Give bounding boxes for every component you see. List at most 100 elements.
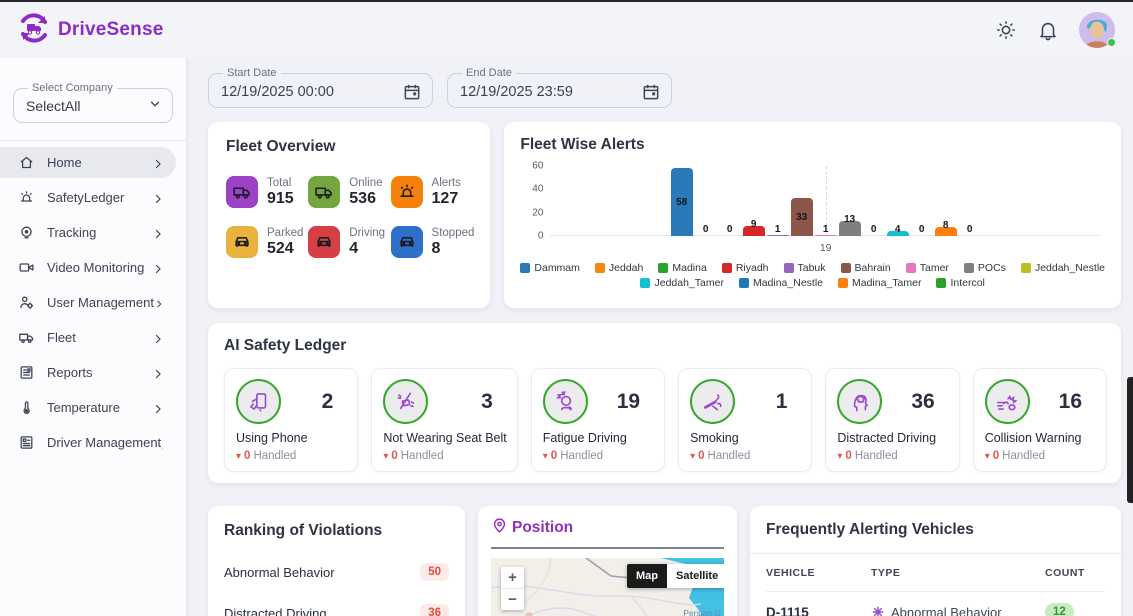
report-document-icon [18,364,35,381]
satellite-view-button[interactable]: Satellite [667,564,724,588]
sidebar-item-temperature[interactable]: Temperature [0,392,176,423]
map-canvas[interactable]: + − Map Satellite Persian G (Arabian [491,558,724,616]
chevron-right-icon [152,192,164,204]
ranking-of-violations-card: Ranking of Violations Abnormal Behavior … [208,506,465,616]
sidebar-item-driver-management[interactable]: Driver Management [0,427,176,458]
stat-stopped: Stopped8 [391,226,475,258]
bar-Tamer: 1 [814,166,838,236]
y-axis-tick: 60 [532,161,543,172]
start-date-value[interactable]: 12/19/2025 00:00 [221,84,334,100]
legend-item-Intercol[interactable]: Intercol [936,277,984,289]
y-axis-tick: 0 [538,231,544,242]
bar-Tabuk: 1 [766,166,790,236]
top-border-line [0,0,1133,2]
water-label: Persian G (Arabian [683,608,721,616]
legend-item-Bahrain[interactable]: Bahrain [841,262,891,274]
sidebar-item-reports[interactable]: Reports [0,357,176,388]
chart-legend: Dammam Jeddah Madina Riyadh Tabuk Bahrain Tame… [520,262,1105,289]
violation-row: Abnormal Behavior 50 [224,563,449,581]
position-title: Position [512,519,573,537]
legend-item-Jeddah_Nestle[interactable]: Jeddah_Nestle [1021,262,1105,274]
drivesense-logo-icon [14,8,54,53]
bar-Madina: 0 [718,166,742,236]
legend-item-Jeddah_Tamer[interactable]: Jeddah_Tamer [640,277,723,289]
position-divider [491,547,724,549]
alerting-vehicles-title: Frequently Alerting Vehicles [766,521,1105,539]
violation-count-badge: 36 [420,604,449,616]
driver-list-icon [18,434,35,451]
legend-item-POCs[interactable]: POCs [964,262,1006,274]
calendar-icon[interactable] [641,82,661,102]
legend-item-Riyadh[interactable]: Riyadh [722,262,769,274]
chevron-right-icon [154,297,164,309]
ledger-card-smoking[interactable]: 1 Smoking ▾0Handled [678,368,812,472]
stat-total: Total915 [226,176,308,208]
notifications-bell-icon[interactable] [1037,19,1059,41]
car-icon [226,226,258,258]
bar-Riyadh: 9 [742,166,766,236]
company-select[interactable]: Select Company SelectAll [13,82,173,123]
frequently-alerting-vehicles-card: Frequently Alerting Vehicles VEHICLE TYP… [750,506,1121,616]
company-select-value: SelectAll [26,98,80,114]
stat-parked: Parked524 [226,226,308,258]
chevron-right-icon [152,157,164,169]
ledger-card-distracted[interactable]: 36 Distracted Driving ▾0Handled [825,368,959,472]
sidebar-menu: Home SafetyLedger Tracking Video Monitor… [0,147,186,458]
legend-item-Madina[interactable]: Madina [658,262,706,274]
brand-logo[interactable]: DriveSense [14,8,164,53]
sidebar-item-tracking[interactable]: Tracking [0,217,176,248]
sidebar-item-video-monitoring[interactable]: Video Monitoring [0,252,176,283]
truck-icon [18,329,35,346]
bar-Dammam: 58 [670,166,694,236]
ledger-card-using-phone[interactable]: 2 Using Phone ▾0Handled [224,368,358,472]
bar-Bahrain: 33 [790,166,814,236]
location-pin-icon [491,517,508,539]
bar-Jeddah_Nestle: 0 [862,166,886,236]
x-axis-tick: 19 [820,242,832,254]
sidebar-item-user-management[interactable]: User Management [0,287,176,318]
calendar-icon[interactable] [402,82,422,102]
theme-brightness-icon[interactable] [995,19,1017,41]
fleet-overview-card: Fleet Overview Total915 Online536 Alerts… [208,122,490,308]
zoom-in-button[interactable]: + [501,567,524,588]
company-select-label: Select Company [28,82,117,94]
sidebar-item-fleet[interactable]: Fleet [0,322,176,353]
legend-item-Jeddah[interactable]: Jeddah [595,262,643,274]
sidebar-item-safetyledger[interactable]: SafetyLedger [0,182,176,213]
end-date-value[interactable]: 12/19/2025 23:59 [460,84,573,100]
home-icon [18,154,35,171]
end-date-field[interactable]: End Date 12/19/2025 23:59 [447,67,672,108]
scrollbar-thumb[interactable] [1127,377,1133,503]
start-date-field[interactable]: Start Date 12/19/2025 00:00 [208,67,433,108]
collision-warning-icon [985,379,1030,424]
ledger-card-fatigue[interactable]: 19 Fatigue Driving ▾0Handled [531,368,665,472]
chart-plot: 5800913311304080 19 0204060 [550,166,1101,236]
smoking-icon [690,379,735,424]
alert-count-badge: 12 [1045,603,1074,616]
using-phone-icon [236,379,281,424]
legend-item-Dammam[interactable]: Dammam [520,262,580,274]
chevron-right-icon [152,227,164,239]
end-date-label: End Date [462,67,516,79]
car-icon [391,226,423,258]
stat-alerts: Alerts127 [391,176,475,208]
chevron-down-icon [148,97,162,114]
ledger-card-collision[interactable]: 16 Collision Warning ▾0Handled [973,368,1107,472]
table-row[interactable]: D-1115 Abnormal Behavior 12 [766,592,1105,616]
chevron-right-icon [152,402,164,414]
sidebar-divider [0,140,186,141]
legend-item-Madina_Tamer[interactable]: Madina_Tamer [838,277,921,289]
ai-safety-ledger-title: AI Safety Ledger [224,337,1107,355]
legend-item-Tamer[interactable]: Tamer [906,262,949,274]
user-avatar[interactable] [1079,12,1115,48]
online-status-dot [1107,38,1116,47]
ledger-card-seat-belt[interactable]: 3 Not Wearing Seat Belt ▾0Handled [371,368,517,472]
zoom-out-button[interactable]: − [501,589,524,610]
caret-down-icon: ▾ [985,451,990,462]
legend-item-Madina_Nestle[interactable]: Madina_Nestle [739,277,823,289]
caret-down-icon: ▾ [236,451,241,462]
map-view-button[interactable]: Map [627,564,667,588]
sidebar-item-home[interactable]: Home [0,147,176,178]
legend-item-Tabuk[interactable]: Tabuk [784,262,826,274]
bar-POCs: 13 [838,166,862,236]
